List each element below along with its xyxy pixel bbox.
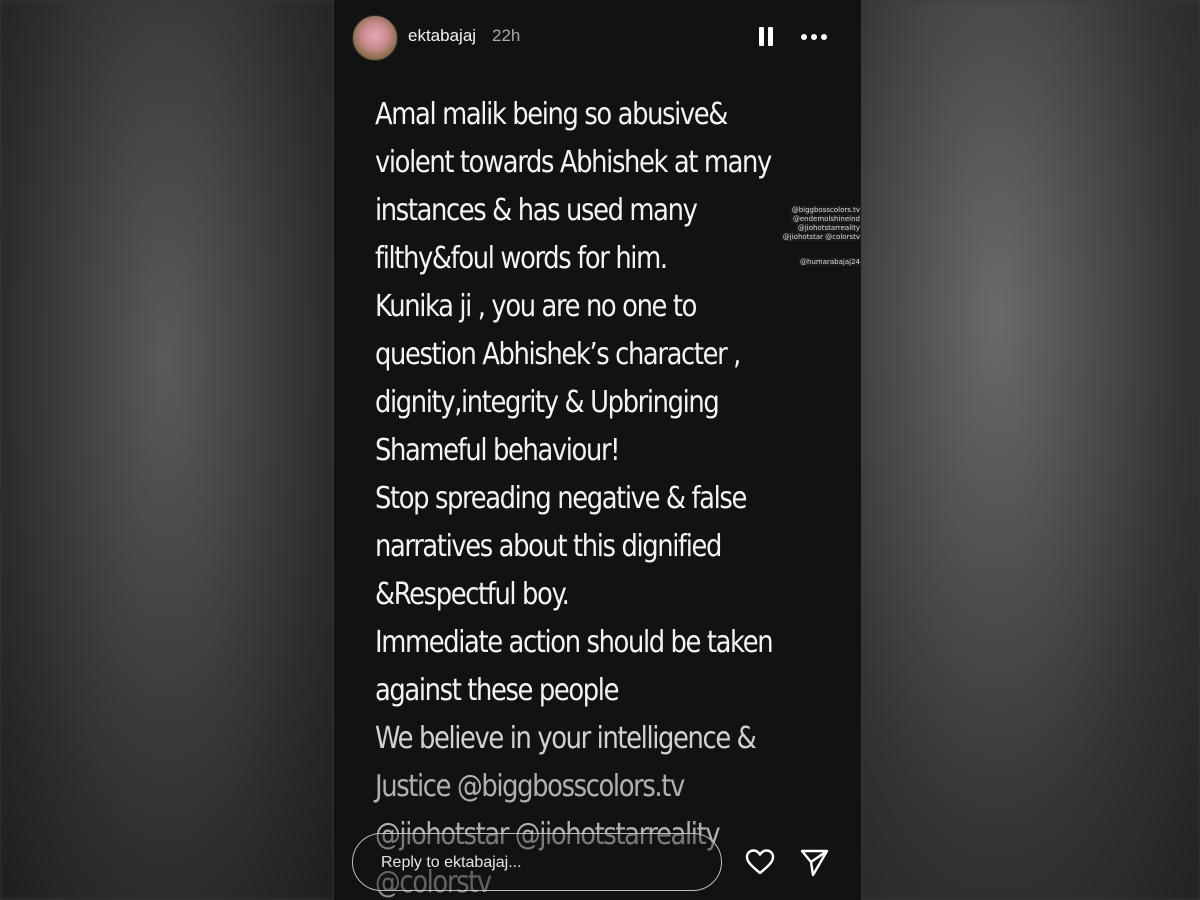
story-line: instances & has used many bbox=[375, 193, 698, 228]
reply-input[interactable]: Reply to ektabajaj... bbox=[352, 833, 722, 891]
story-line: Stop spreading negative & false bbox=[375, 481, 747, 516]
mention-tag[interactable]: @humarabajaj24 bbox=[766, 258, 861, 267]
more-options-icon[interactable] bbox=[798, 24, 832, 50]
blurred-backdrop-left bbox=[0, 0, 334, 900]
story-line: We believe in your intelligence & bbox=[375, 721, 757, 756]
story-header: ektabajaj 22h bbox=[334, 0, 861, 80]
story-line: Shameful behaviour! bbox=[375, 433, 621, 468]
story-line: Kunika ji , you are no one to bbox=[375, 289, 697, 324]
mention-tag[interactable]: @jiohotstarreality bbox=[766, 224, 861, 233]
story-line: Immediate action should be taken bbox=[375, 625, 774, 660]
story-line: dignity,integrity & Upbringing bbox=[375, 385, 720, 420]
reply-placeholder: Reply to ektabajaj... bbox=[381, 854, 522, 871]
mention-tag[interactable]: @endemolshineind bbox=[766, 215, 861, 224]
story-line: against these people bbox=[375, 673, 619, 708]
username[interactable]: ektabajaj bbox=[408, 26, 476, 46]
timestamp: 22h bbox=[492, 26, 521, 45]
avatar[interactable] bbox=[352, 15, 398, 61]
mention-tag[interactable]: @jiohotstar @colorstv bbox=[766, 233, 861, 242]
mention-tag[interactable]: @biggbosscolors.tv bbox=[766, 206, 861, 215]
story-line: Justice @biggbosscolors.tv bbox=[375, 769, 685, 804]
story-line: Amal malik being so abusive& bbox=[375, 97, 728, 132]
story-line: question Abhishek’s character , bbox=[375, 337, 741, 372]
story-line: filthy&foul words for him. bbox=[375, 241, 668, 276]
send-icon[interactable] bbox=[798, 846, 830, 878]
story-line: narratives about this dignified bbox=[375, 529, 722, 564]
story-line: &Respectful boy. bbox=[375, 577, 570, 612]
heart-icon[interactable] bbox=[744, 846, 776, 878]
blurred-backdrop-right bbox=[861, 0, 1200, 900]
mention-tags: @biggbosscolors.tv @endemolshineind @jio… bbox=[766, 206, 861, 276]
pause-icon[interactable] bbox=[754, 24, 778, 50]
story-viewer: ektabajaj 22h Amal malik being so abusiv… bbox=[334, 0, 861, 900]
story-line: violent towards Abhishek at many bbox=[375, 145, 772, 180]
story-text: Amal malik being so abusive& violent tow… bbox=[375, 91, 779, 900]
